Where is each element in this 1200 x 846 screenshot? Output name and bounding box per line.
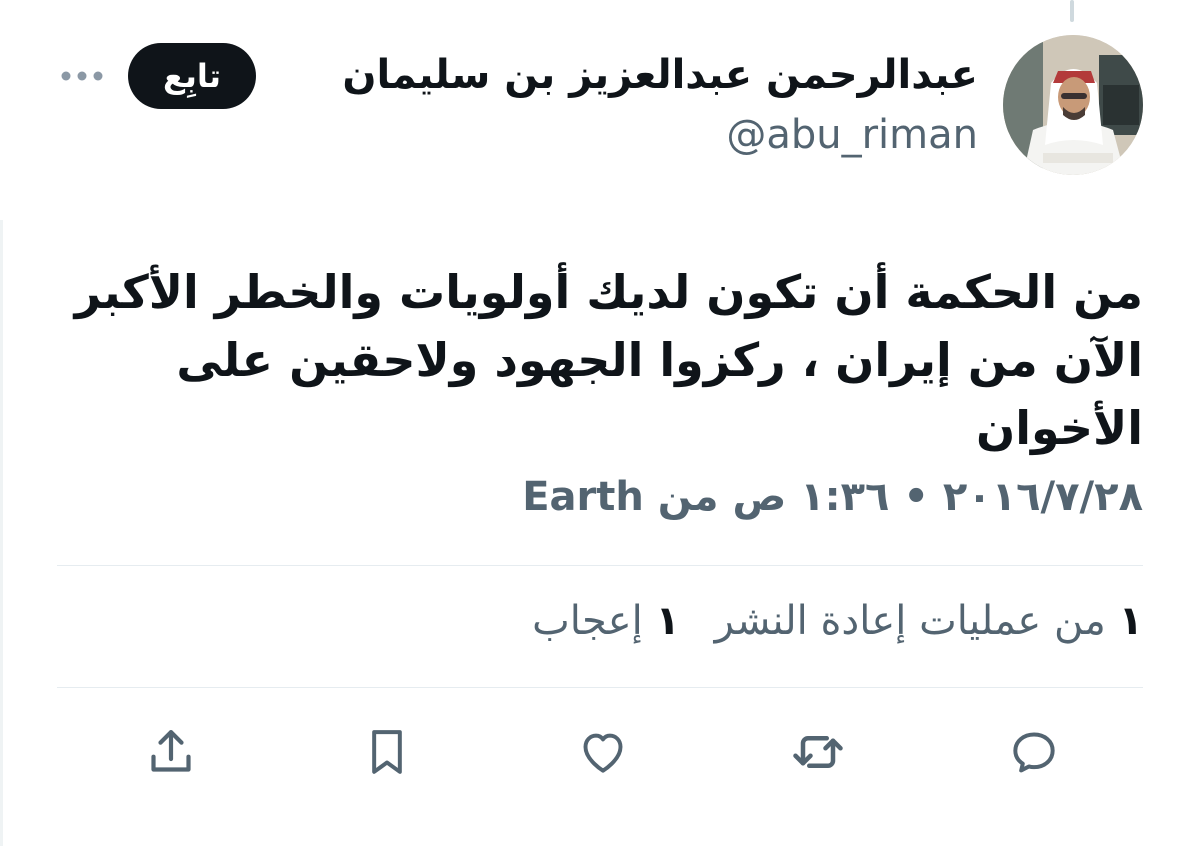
retweets-stat[interactable]: ١ من عمليات إعادة النشر <box>715 598 1143 644</box>
reply-icon <box>1013 732 1055 773</box>
divider <box>57 565 1143 566</box>
tweet-timestamp[interactable]: ٢٠١٦/٧/٢٨ • ١:٣٦ ص من <box>658 474 1143 520</box>
tweet-stats: ١ من عمليات إعادة النشر ١ إعجاب <box>510 598 1143 644</box>
retweet-icon <box>793 736 843 768</box>
divider <box>57 687 1143 688</box>
tweet-text: من الحكمة أن تكون لديك أولويات والخطر ال… <box>43 258 1143 462</box>
like-button[interactable] <box>573 722 633 782</box>
avatar[interactable] <box>1003 35 1143 175</box>
tweet-meta: ٢٠١٦/٧/٢٨ • ١:٣٦ ص من Earth <box>522 474 1143 520</box>
retweets-count: ١ <box>1118 598 1143 644</box>
thread-connector-line <box>1070 0 1074 22</box>
reply-button[interactable] <box>1004 722 1064 782</box>
author-display-name[interactable]: عبدالرحمن عبدالعزيز بن سليمان <box>342 52 978 98</box>
bookmark-button[interactable] <box>357 722 417 782</box>
tweet-text-line: من الحكمة أن تكون لديك أولويات والخطر ال… <box>74 265 1143 319</box>
more-options-button[interactable] <box>58 60 106 92</box>
avatar-photo <box>1003 35 1143 175</box>
more-dots-icon <box>61 71 103 81</box>
retweets-label: من عمليات إعادة النشر <box>714 598 1106 644</box>
left-edge-border <box>0 220 3 846</box>
tweet-text-line: الآن من إيران ، ركزوا الجهود ولاحقين على… <box>176 333 1143 455</box>
heart-icon <box>583 733 623 773</box>
bookmark-icon <box>372 730 402 774</box>
likes-count: ١ <box>655 598 680 644</box>
likes-stat[interactable]: ١ إعجاب <box>532 598 680 644</box>
retweet-button[interactable] <box>788 722 848 782</box>
share-button[interactable] <box>141 722 201 782</box>
share-icon <box>151 730 191 772</box>
follow-button[interactable]: تابِع <box>128 43 256 109</box>
tweet-source[interactable]: Earth <box>522 474 644 520</box>
likes-label: إعجاب <box>532 598 643 644</box>
author-handle[interactable]: @abu_riman <box>726 112 978 158</box>
